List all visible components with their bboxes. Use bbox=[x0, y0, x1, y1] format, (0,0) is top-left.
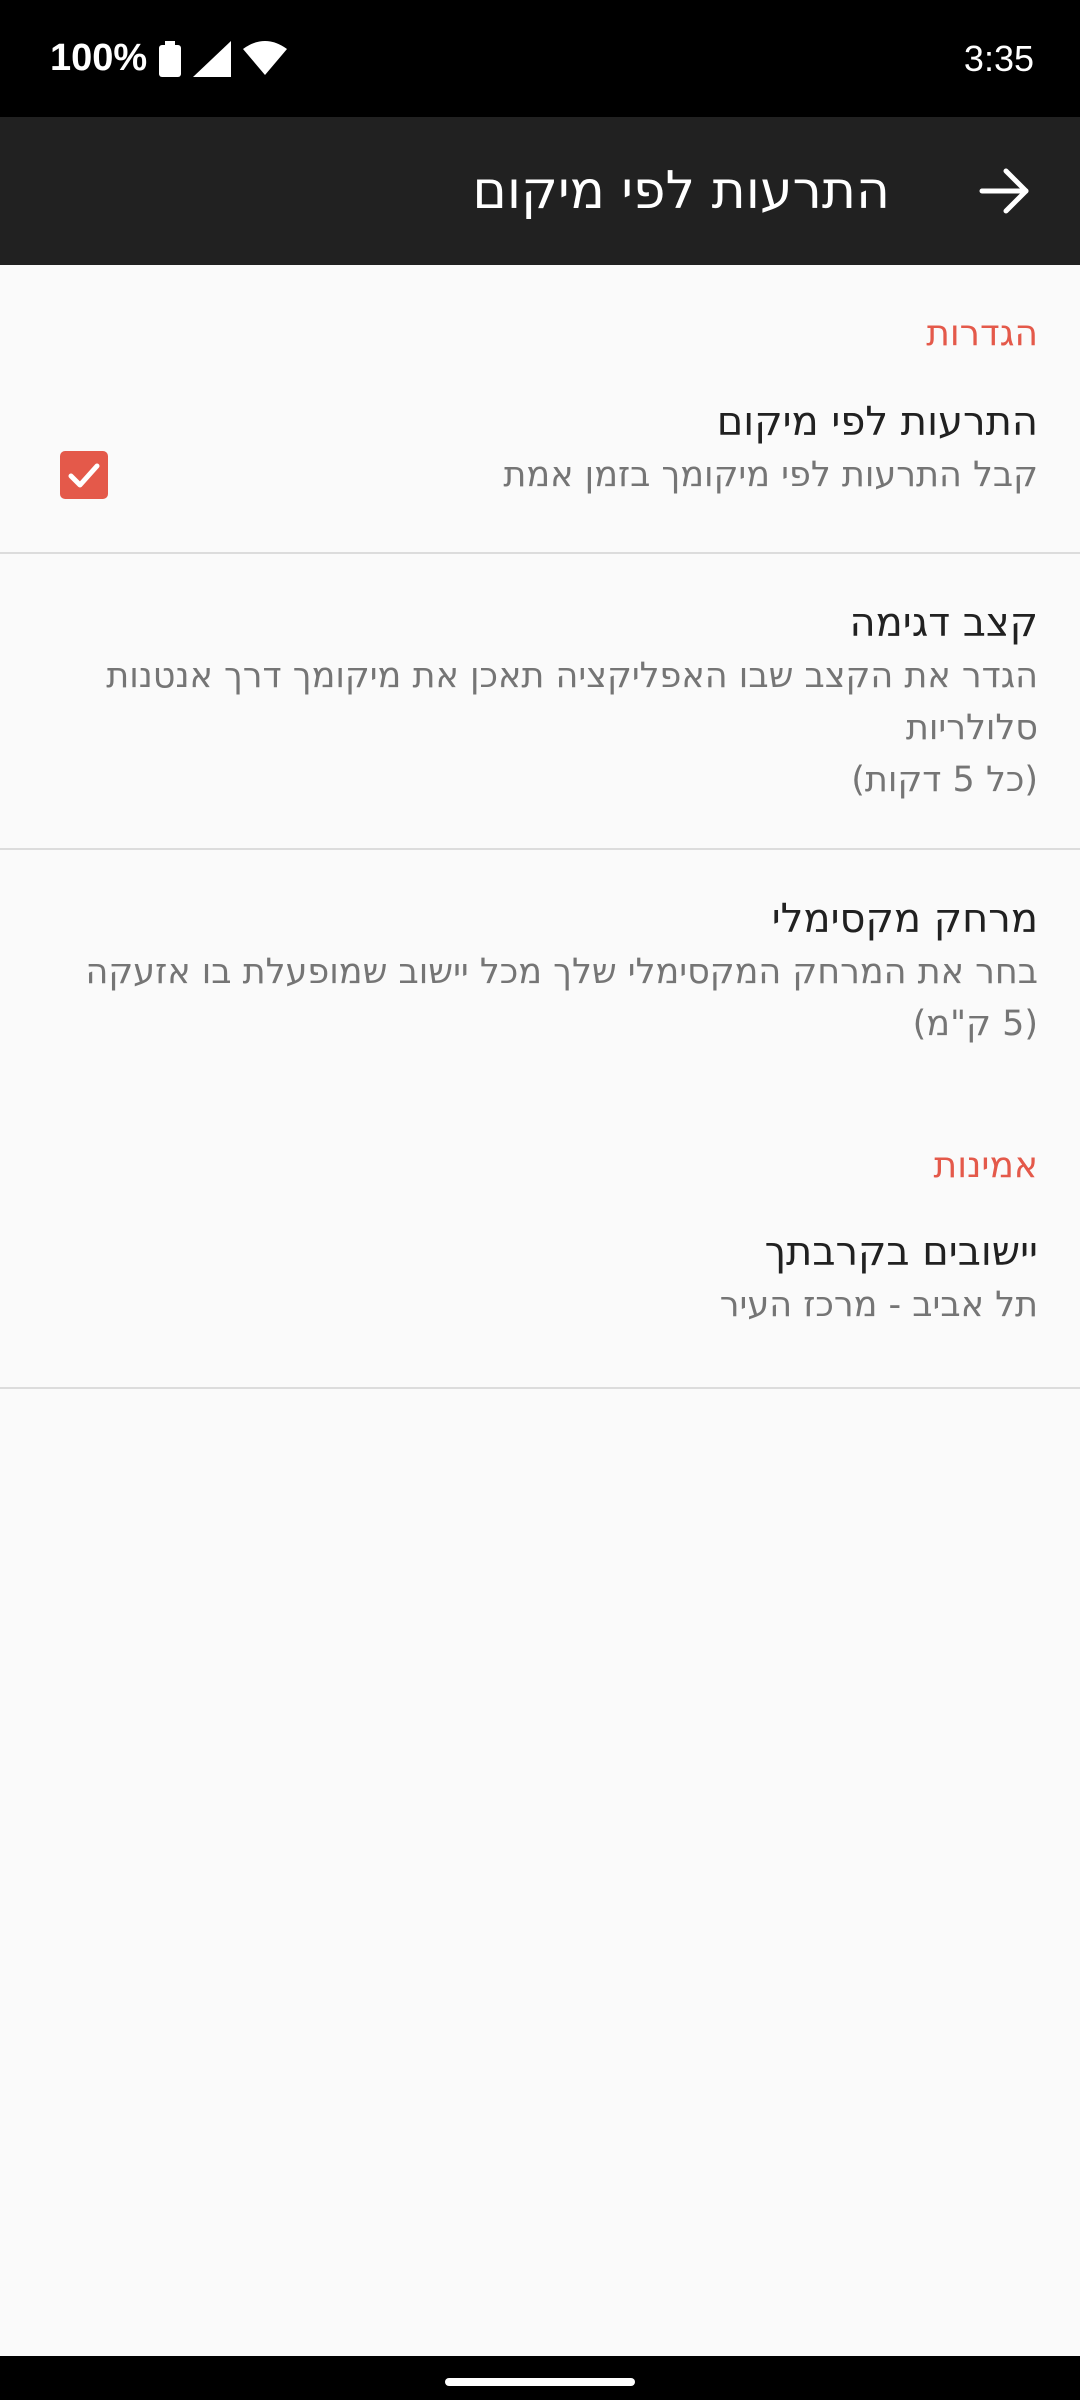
pref-title: התרעות לפי מיקום bbox=[716, 399, 1038, 445]
pref-summary: קבל התרעות לפי מיקומך בזמן אמת bbox=[503, 455, 1038, 495]
pref-summary: תל אביב - מרכז העיר bbox=[719, 1285, 1038, 1325]
page-title: התרעות לפי מיקום bbox=[472, 161, 890, 221]
pref-title: קצב דגימה bbox=[849, 600, 1038, 646]
check-icon bbox=[68, 463, 100, 488]
pref-summary-value: (כל 5 דקות) bbox=[851, 760, 1038, 800]
category-drills: אמינות bbox=[933, 1145, 1038, 1186]
divider bbox=[0, 1387, 1080, 1389]
pref-title: מרחק מקסימלי bbox=[771, 896, 1038, 942]
battery-icon bbox=[159, 40, 182, 77]
pref-sampling-rate[interactable]: קצב דגימה הגדר את הקצב שבו האפליקציה תאכ… bbox=[0, 554, 1080, 847]
clock: 3:35 bbox=[963, 37, 1034, 79]
back-arrow-icon[interactable] bbox=[974, 161, 1034, 221]
pref-location-alerts[interactable]: התרעות לפי מיקום קבל התרעות לפי מיקומך ב… bbox=[0, 395, 1080, 545]
home-gesture-handle[interactable] bbox=[445, 2378, 635, 2386]
pref-title: יישובים בקרבתך bbox=[764, 1229, 1038, 1275]
location-alerts-checkbox[interactable] bbox=[60, 451, 108, 499]
pref-nearby-cities[interactable]: יישובים בקרבתך תל אביב - מרכז העיר bbox=[0, 1225, 1080, 1385]
wifi-icon bbox=[243, 40, 288, 75]
pref-max-distance[interactable]: מרחק מקסימלי בחר את המרחק המקסימלי שלך מ… bbox=[0, 850, 1080, 1080]
navigation-bar bbox=[0, 2356, 1080, 2400]
pref-summary-value: (5 ק"מ) bbox=[912, 1004, 1038, 1044]
battery-percentage: 100% bbox=[50, 37, 148, 79]
pref-max-distance-text: מרחק מקסימלי בחר את המרחק המקסימלי שלך מ… bbox=[85, 892, 1038, 1050]
app-bar: התרעות לפי מיקום bbox=[0, 117, 1080, 265]
pref-summary-line: סלולריות bbox=[905, 708, 1038, 748]
pref-location-alerts-text: התרעות לפי מיקום קבל התרעות לפי מיקומך ב… bbox=[503, 395, 1038, 501]
pref-summary-line: הגדר את הקצב שבו האפליקציה תאכן את מיקומ… bbox=[106, 656, 1038, 696]
status-indicators: 100% bbox=[50, 0, 288, 117]
pref-sampling-rate-text: קצב דגימה הגדר את הקצב שבו האפליקציה תאכ… bbox=[106, 596, 1038, 806]
category-settings: הגדרות bbox=[926, 313, 1038, 354]
pref-nearby-cities-text: יישובים בקרבתך תל אביב - מרכז העיר bbox=[720, 1225, 1038, 1331]
cellular-signal-icon bbox=[193, 40, 232, 77]
status-bar: 100% 3:35 bbox=[0, 0, 1080, 117]
pref-summary-line: בחר את המרחק המקסימלי שלך מכל יישוב שמופ… bbox=[85, 952, 1038, 992]
